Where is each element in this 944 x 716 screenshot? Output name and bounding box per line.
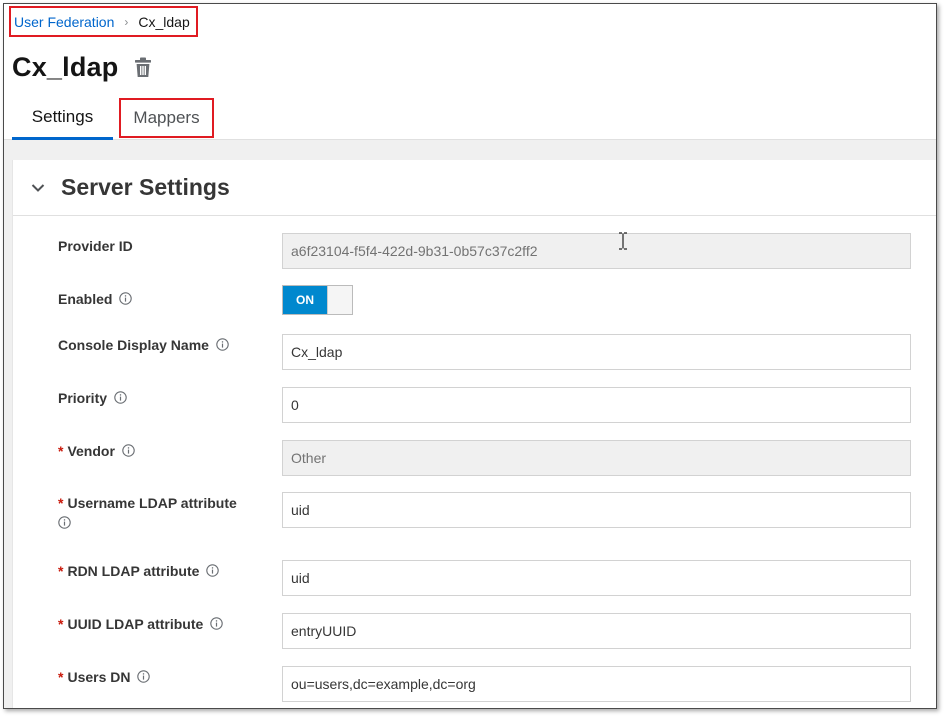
username-ldap-attribute-input[interactable]: uid — [282, 492, 911, 528]
tab-settings[interactable]: Settings — [12, 96, 113, 140]
priority-label-text: Priority — [58, 390, 108, 406]
breadcrumb-user-federation-link[interactable]: User Federation — [14, 14, 114, 30]
rdn-ldap-attribute-input[interactable]: uid — [282, 560, 911, 596]
uuid-ldap-attribute-label: * UUID LDAP attribute — [58, 614, 248, 635]
vendor-label: * Vendor — [58, 441, 248, 462]
tab-mappers[interactable]: Mappers — [119, 98, 214, 138]
info-icon[interactable] — [119, 290, 133, 310]
required-marker: * — [58, 669, 64, 685]
enabled-toggle-knob — [327, 286, 352, 314]
console-display-name-input[interactable]: Cx_ldap — [282, 334, 911, 370]
console-display-name-label-text: Console Display Name — [58, 337, 209, 353]
enabled-label-text: Enabled — [58, 291, 113, 307]
server-settings-header[interactable]: Server Settings — [13, 160, 936, 216]
enabled-label: Enabled — [58, 289, 248, 310]
breadcrumb-current: Cx_ldap — [138, 13, 190, 30]
server-settings-panel: Server Settings Provider ID a6f23104-f5f… — [12, 160, 936, 708]
info-icon[interactable] — [210, 615, 223, 635]
console-display-name-label: Console Display Name — [58, 335, 248, 356]
rdn-ldap-attribute-label: * RDN LDAP attribute — [58, 561, 248, 582]
uuid-ldap-attribute-input[interactable]: entryUUID — [282, 613, 911, 649]
page-header: User Federation › Cx_ldap Cx_ldap Settin… — [4, 4, 936, 140]
vendor-label-text: Vendor — [67, 443, 115, 459]
users-dn-input[interactable]: ou=users,dc=example,dc=org — [282, 666, 911, 702]
info-icon[interactable] — [216, 336, 229, 356]
priority-label: Priority — [58, 388, 248, 409]
users-dn-label-text: Users DN — [67, 669, 131, 685]
required-marker: * — [58, 616, 64, 632]
tab-bar: Settings Mappers — [12, 96, 214, 140]
required-marker: * — [58, 495, 64, 511]
chevron-down-icon[interactable] — [31, 183, 45, 193]
breadcrumb-separator: › — [124, 14, 129, 29]
content-area: Server Settings Provider ID a6f23104-f5f… — [4, 140, 936, 708]
users-dn-label: * Users DN — [58, 667, 248, 688]
required-marker: * — [58, 443, 64, 459]
section-title: Server Settings — [61, 174, 230, 200]
info-icon[interactable] — [114, 389, 127, 409]
info-icon[interactable] — [122, 442, 135, 462]
vendor-field[interactable]: Other — [282, 440, 911, 476]
info-icon[interactable] — [58, 514, 71, 534]
breadcrumb: User Federation › Cx_ldap — [9, 6, 198, 37]
app-window: User Federation › Cx_ldap Cx_ldap Settin… — [3, 3, 937, 709]
text-cursor-icon — [618, 232, 628, 255]
priority-input[interactable]: 0 — [282, 387, 911, 423]
info-icon[interactable] — [206, 562, 220, 582]
enabled-toggle[interactable]: ON — [282, 285, 353, 315]
provider-id-field[interactable]: a6f23104-f5f4-422d-9b31-0b57c37c2ff2 — [282, 233, 911, 269]
page-title: Cx_ldap — [12, 52, 119, 82]
username-ldap-attribute-label: * Username LDAP attribute — [58, 493, 248, 534]
provider-id-label-text: Provider ID — [58, 238, 133, 254]
provider-id-label: Provider ID — [58, 236, 248, 256]
enabled-toggle-on: ON — [283, 286, 327, 314]
title-row: Cx_ldap — [12, 52, 152, 83]
username-ldap-attribute-label-text: Username LDAP attribute — [67, 495, 237, 511]
uuid-ldap-attribute-label-text: UUID LDAP attribute — [67, 616, 204, 632]
required-marker: * — [58, 563, 64, 579]
rdn-ldap-attribute-label-text: RDN LDAP attribute — [67, 563, 200, 579]
info-icon[interactable] — [137, 668, 151, 688]
trash-icon[interactable] — [134, 57, 152, 78]
